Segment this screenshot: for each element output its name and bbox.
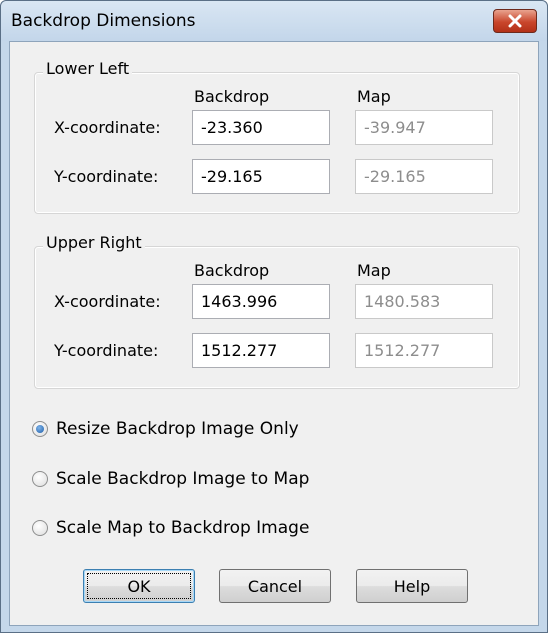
option-scale-backdrop-to-map[interactable]: Scale Backdrop Image to Map (32, 467, 309, 491)
map-column-header: Map (357, 87, 391, 106)
x-coordinate-label: X-coordinate: (54, 118, 161, 137)
radio-button[interactable] (32, 520, 48, 536)
ok-button[interactable]: OK (83, 569, 195, 603)
close-icon (508, 14, 522, 28)
y-coordinate-label: Y-coordinate: (54, 167, 159, 186)
radio-button[interactable] (32, 421, 48, 437)
upper-right-group-label: Upper Right (43, 233, 145, 252)
backdrop-column-header: Backdrop (194, 261, 270, 280)
upper-right-x-map-field (355, 284, 493, 319)
radio-button[interactable] (32, 471, 48, 487)
focus-rectangle (87, 573, 191, 599)
help-button-label: Help (393, 576, 431, 596)
y-coordinate-label: Y-coordinate: (54, 341, 159, 360)
x-coordinate-label: X-coordinate: (54, 292, 161, 311)
option-resize-backdrop-only[interactable]: Resize Backdrop Image Only (32, 417, 299, 441)
option-label: Scale Map to Backdrop Image (56, 518, 310, 538)
title-bar[interactable]: Backdrop Dimensions (1, 1, 547, 41)
dialog-body: Lower Left Backdrop Map X-coordinate: Y-… (9, 41, 539, 626)
cancel-button-label: Cancel (247, 576, 303, 596)
lower-left-y-map-field (355, 159, 493, 194)
upper-right-group: Upper Right Backdrop Map X-coordinate: Y… (34, 233, 520, 389)
option-label: Scale Backdrop Image to Map (56, 469, 310, 489)
cancel-button[interactable]: Cancel (219, 569, 331, 603)
close-button[interactable] (493, 9, 537, 33)
map-column-header: Map (357, 261, 391, 280)
dialog-window: Backdrop Dimensions Lower Left Backdrop … (0, 0, 548, 633)
upper-right-x-backdrop-input[interactable] (192, 284, 330, 319)
option-scale-map-to-backdrop[interactable]: Scale Map to Backdrop Image (32, 516, 309, 540)
lower-left-group-label: Lower Left (43, 59, 133, 78)
lower-left-x-map-field (355, 110, 493, 145)
option-label: Resize Backdrop Image Only (56, 419, 299, 439)
backdrop-column-header: Backdrop (194, 87, 270, 106)
lower-left-x-backdrop-input[interactable] (192, 110, 330, 145)
window-title: Backdrop Dimensions (11, 11, 196, 31)
radio-selected-dot (36, 425, 44, 433)
lower-left-y-backdrop-input[interactable] (192, 159, 330, 194)
upper-right-y-map-field (355, 333, 493, 368)
upper-right-y-backdrop-input[interactable] (192, 333, 330, 368)
lower-left-group: Lower Left Backdrop Map X-coordinate: Y-… (34, 59, 520, 214)
help-button[interactable]: Help (356, 569, 468, 603)
